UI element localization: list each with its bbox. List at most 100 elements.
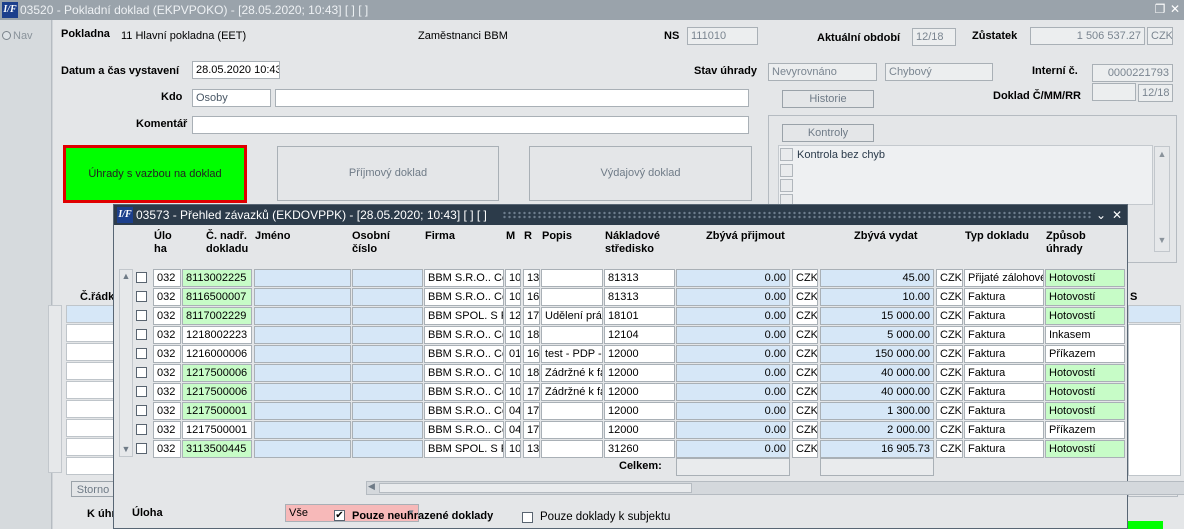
cell-cur1[interactable]: CZK: [792, 326, 818, 344]
cell-jmeno[interactable]: [254, 288, 351, 306]
row-select-checkbox[interactable]: [136, 367, 147, 378]
cell-zpusob[interactable]: Hotovostí: [1045, 383, 1125, 401]
bg-row-right[interactable]: [1128, 305, 1181, 323]
row-select-checkbox[interactable]: [136, 291, 147, 302]
cell-m[interactable]: 10: [505, 440, 521, 458]
bg-row[interactable]: [66, 419, 114, 437]
cell-uloha[interactable]: 032: [153, 326, 181, 344]
cell-doklad[interactable]: 1217500006: [182, 383, 252, 401]
cell-jmeno[interactable]: [254, 364, 351, 382]
cell-uloha[interactable]: 032: [153, 421, 181, 439]
row-select-checkbox[interactable]: [136, 424, 147, 435]
cell-cur2[interactable]: CZK: [936, 288, 963, 306]
kdo-name-field[interactable]: [275, 89, 749, 107]
storno-button[interactable]: Storno: [71, 481, 115, 497]
scroll-up-icon[interactable]: ▲: [120, 271, 132, 281]
cell-uloha[interactable]: 032: [153, 364, 181, 382]
nav-button[interactable]: Nav: [2, 30, 33, 42]
cell-cur1[interactable]: CZK: [792, 383, 818, 401]
cell-typ[interactable]: Faktura: [964, 288, 1044, 306]
cell-popis[interactable]: [541, 402, 603, 420]
cell-typ[interactable]: Faktura: [964, 440, 1044, 458]
cell-prijmout[interactable]: 0.00: [676, 421, 790, 439]
cell-r[interactable]: 17: [523, 307, 540, 325]
bg-row[interactable]: [66, 438, 114, 456]
kontroly-button[interactable]: Kontroly: [782, 124, 874, 142]
cell-typ[interactable]: Faktura: [964, 364, 1044, 382]
cell-zpusob[interactable]: Hotovostí: [1045, 402, 1125, 420]
cell-doklad[interactable]: 1218002223: [182, 326, 252, 344]
cell-vydat[interactable]: 10.00: [820, 288, 934, 306]
cell-stredisko[interactable]: 31260: [604, 440, 675, 458]
cell-doklad[interactable]: 8116500007: [182, 288, 252, 306]
dialog-drag-grip[interactable]: [502, 211, 1092, 219]
cell-popis[interactable]: Udělení práv: [541, 307, 603, 325]
cell-prijmout[interactable]: 0.00: [676, 383, 790, 401]
cell-m[interactable]: 10: [505, 269, 521, 287]
bg-row[interactable]: [66, 362, 114, 380]
cell-cur2[interactable]: CZK: [936, 364, 963, 382]
cell-typ[interactable]: Faktura: [964, 307, 1044, 325]
cell-cur1[interactable]: CZK: [792, 307, 818, 325]
cell-typ[interactable]: Faktura: [964, 402, 1044, 420]
cell-r[interactable]: 17: [523, 421, 540, 439]
bg-row[interactable]: [66, 343, 114, 361]
cell-cur1[interactable]: CZK: [792, 421, 818, 439]
cell-m[interactable]: 10: [505, 288, 521, 306]
cell-osobni[interactable]: [352, 269, 423, 287]
bg-row[interactable]: [66, 457, 114, 475]
row-select-checkbox[interactable]: [136, 386, 147, 397]
cell-firma[interactable]: BBM S.R.O.. Ce: [424, 288, 504, 306]
komentar-field[interactable]: [192, 116, 749, 134]
cell-firma[interactable]: BBM S.R.O.. Ce: [424, 421, 504, 439]
close-icon[interactable]: ✕: [1168, 2, 1182, 16]
kdo-type-field[interactable]: Osoby: [192, 89, 271, 107]
zustatek-field[interactable]: 1 506 537.27: [1030, 27, 1145, 45]
cell-stredisko[interactable]: 12104: [604, 326, 675, 344]
cell-cur2[interactable]: CZK: [936, 326, 963, 344]
cell-prijmout[interactable]: 0.00: [676, 440, 790, 458]
cell-popis[interactable]: [541, 326, 603, 344]
cell-uloha[interactable]: 032: [153, 440, 181, 458]
cell-typ[interactable]: Přijaté zálohové: [964, 269, 1044, 287]
cell-uloha[interactable]: 032: [153, 383, 181, 401]
cell-m[interactable]: 10: [505, 364, 521, 382]
cell-cur1[interactable]: CZK: [792, 288, 818, 306]
row-select-checkbox[interactable]: [136, 405, 147, 416]
bg-green-button[interactable]: [1127, 521, 1163, 529]
cell-popis[interactable]: [541, 421, 603, 439]
cell-cur1[interactable]: CZK: [792, 440, 818, 458]
bg-row[interactable]: [66, 305, 114, 323]
cell-prijmout[interactable]: 0.00: [676, 307, 790, 325]
cell-r[interactable]: 17: [523, 383, 540, 401]
stav-field-2[interactable]: Chybový: [885, 63, 993, 81]
cell-typ[interactable]: Faktura: [964, 326, 1044, 344]
cell-firma[interactable]: BBM S.R.O.. Ce: [424, 345, 504, 363]
bg-grid-scrollbar[interactable]: [48, 305, 62, 473]
obdobi-field[interactable]: 12/18: [912, 28, 956, 46]
cell-zpusob[interactable]: Hotovostí: [1045, 269, 1125, 287]
cell-typ[interactable]: Faktura: [964, 345, 1044, 363]
cell-m[interactable]: 12: [505, 307, 521, 325]
cell-stredisko[interactable]: 12000: [604, 345, 675, 363]
cell-zpusob[interactable]: Hotovostí: [1045, 440, 1125, 458]
table-scrollbar[interactable]: ▲ ▼: [119, 269, 133, 457]
hscroll-thumb[interactable]: [379, 483, 692, 493]
cell-stredisko[interactable]: 12000: [604, 383, 675, 401]
cell-popis[interactable]: [541, 269, 603, 287]
cell-cur2[interactable]: CZK: [936, 402, 963, 420]
cell-r[interactable]: 13: [523, 269, 540, 287]
cell-jmeno[interactable]: [254, 307, 351, 325]
row-select-checkbox[interactable]: [136, 348, 147, 359]
bg-row[interactable]: [66, 381, 114, 399]
prijmovy-button[interactable]: Příjmový doklad: [277, 146, 499, 201]
cell-zpusob[interactable]: Příkazem: [1045, 421, 1125, 439]
cell-uloha[interactable]: 032: [153, 402, 181, 420]
stav-field-1[interactable]: Nevyrovnáno: [768, 63, 877, 81]
interni-field[interactable]: 0000221793: [1092, 64, 1173, 82]
cell-cur1[interactable]: CZK: [792, 269, 818, 287]
cell-vydat[interactable]: 16 905.73: [820, 440, 934, 458]
cell-vydat[interactable]: 15 000.00: [820, 307, 934, 325]
cell-jmeno[interactable]: [254, 402, 351, 420]
cell-popis[interactable]: Zádržné k fa: [541, 364, 603, 382]
